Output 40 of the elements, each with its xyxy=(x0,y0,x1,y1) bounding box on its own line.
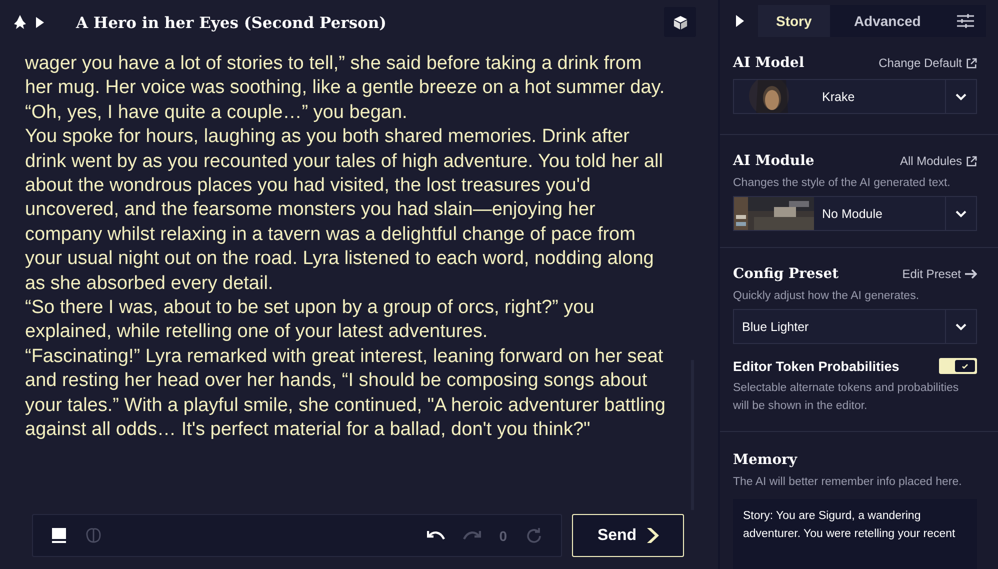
chevron-down-icon xyxy=(955,210,967,218)
toggle-description: Selectable alternate tokens and probabilities will be shown in the editor. xyxy=(733,381,960,414)
edit-preset-link[interactable]: Edit Preset xyxy=(902,267,977,281)
retry-count: 0 xyxy=(499,528,507,544)
sidebar-tab[interactable]: Story xyxy=(758,5,830,37)
expand-icon[interactable] xyxy=(36,16,44,28)
sidebar-tab[interactable]: Advanced xyxy=(830,5,945,37)
external-link-icon xyxy=(966,156,977,166)
check-icon xyxy=(962,364,968,368)
chevron-down-icon xyxy=(955,322,967,330)
model-select[interactable]: Krake xyxy=(733,79,977,114)
section-title: Memory xyxy=(733,452,798,468)
logo-icon xyxy=(14,15,26,29)
chevron-right-icon xyxy=(646,528,659,543)
external-link-icon xyxy=(966,58,977,68)
arrow-right-icon xyxy=(965,269,977,279)
story-paragraph: You spoke for hours, laughing as you both shared memories. Drink after drink went by as you recounted your tales of high adventure. You told her all about the wondrous places you had visited, the lost treasures you'd uncovered, and the fearsome monsters you had slain—enjoying her company whilst relaxing in a tavern was a delightful change of pace from your usual night out on the road. Lyra listened to each word, nodding along as she absorbed every detail. xyxy=(25,125,664,296)
story-paragraph: “Oh, yes, I have quite a couple…” you began. xyxy=(25,100,408,125)
change-default-link[interactable]: Change Default xyxy=(878,56,977,70)
section-title: AI Model xyxy=(733,55,804,71)
dice-icon[interactable] xyxy=(664,7,696,37)
story-paragraph: wager you have a lot of stories to tell,” she said before taking a drink from her mug. Her voice was soothing, like a gentle breeze on a hot summer day. xyxy=(25,52,666,100)
chevron-down-icon xyxy=(955,92,967,100)
memory-field[interactable]: Story: You are Sigurd, a wandering adventurer. You were retelling your recent xyxy=(733,499,977,569)
section-title: AI Module xyxy=(733,153,814,169)
send-button[interactable]: Send xyxy=(572,514,684,557)
undo-icon[interactable] xyxy=(427,530,446,542)
toggle-switch[interactable] xyxy=(939,358,977,374)
story-paragraph: “So there I was, about to be set upon by a group of orcs, right?” you explained, while retelling one of your latest adventures. xyxy=(25,296,596,344)
section-description: Changes the style of the AI generated text. xyxy=(733,176,952,191)
section-description: Quickly adjust how the AI generates. xyxy=(733,289,920,304)
section-title: Config Preset xyxy=(733,266,839,282)
story-title: A Hero in her Eyes (Second Person) xyxy=(76,12,388,32)
section-description: The AI will better remember info placed here. xyxy=(733,475,963,490)
preset-select[interactable]: Blue Lighter xyxy=(733,309,977,344)
story-paragraph: “Fascinating!” Lyra remarked with great interest, leaning forward on her seat and resting her head over her hands, “I should be composing songs about your tales.” With a playful smile, she continued, "A heroic adventurer battling against all odds… It's perfect material for a ballad, don't you think?" xyxy=(25,344,666,442)
expand-icon[interactable] xyxy=(736,15,744,27)
all-modules-link[interactable]: All Modules xyxy=(900,154,977,168)
module-select[interactable]: No Module xyxy=(733,196,977,231)
toggle-label: Editor Token Probabilities xyxy=(733,358,900,374)
